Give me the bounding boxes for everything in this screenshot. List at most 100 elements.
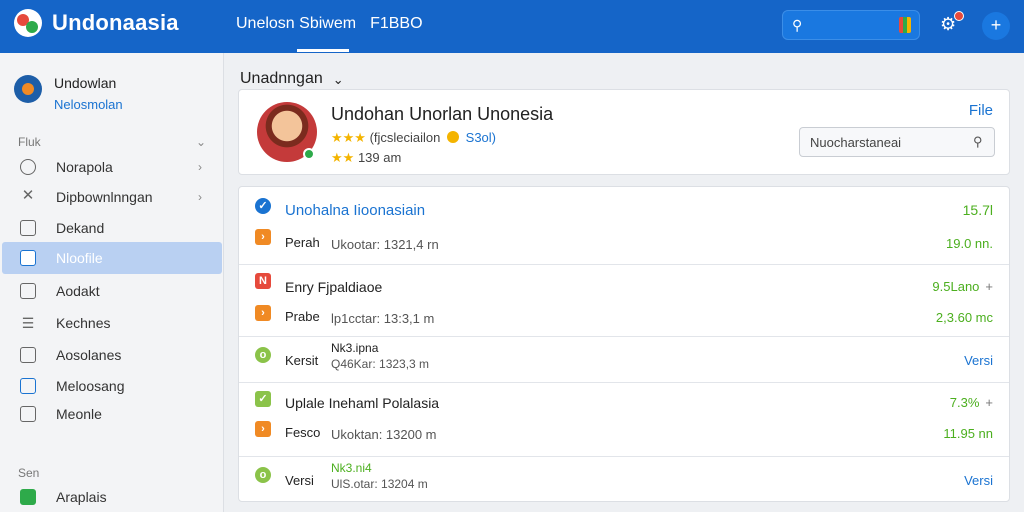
coin-icon	[447, 131, 460, 143]
sidebar-item-label: Aosolanes	[56, 347, 122, 363]
list-item-title: Enry Fjpaldiaoe	[285, 279, 383, 295]
avatar	[14, 75, 42, 103]
profile-rating-link[interactable]: S3ol)	[466, 130, 496, 145]
sidebar-item-3[interactable]: Dekand	[2, 212, 222, 244]
app-title: Undonaasia	[52, 10, 179, 35]
document-icon	[20, 347, 36, 363]
list-item-label: Perah	[285, 235, 320, 250]
star-rating-icon: ★★★	[331, 130, 366, 145]
sidebar-item-label: Meloosang	[56, 378, 125, 394]
profile-rating-line: ★★★ (fjcsleciailon S3ol)	[331, 130, 496, 146]
list-item[interactable]: ✓ Unohalna Iioonasiain 15.7l	[239, 198, 1009, 224]
list-item-meta: Q46Kar: 1323,3 m	[331, 357, 430, 371]
profile-rating-count: 139 am	[357, 150, 402, 165]
list-item-value: 9.5Lano +	[932, 279, 993, 294]
pin-icon	[20, 159, 36, 175]
list-item[interactable]: › Fesco Ukoktan: 13200 m 11.95 nn	[239, 421, 1009, 447]
sidebar-section-label: Sen	[18, 466, 40, 480]
list-group: N Enry Fjpaldiaoe 9.5Lano + › Prabe lp1cc…	[239, 265, 1009, 337]
version-link[interactable]: Versi	[964, 353, 993, 368]
list-item-meta: Ukoktan: 13200 m	[331, 427, 437, 442]
top-bar: Undonaasia Unelosn Sbiwem F1BBO ⚲ ⚙ +	[0, 0, 1024, 53]
list-item-meta: lp1cctar: 13:3,1 m	[331, 311, 435, 326]
top-nav-item-2[interactable]: F1BBO	[370, 15, 422, 33]
sidebar-item-4[interactable]: Nloofile	[2, 242, 222, 274]
list-item-value: 19.0 nn.	[946, 236, 993, 251]
chevron-down-icon[interactable]: ⌄	[196, 135, 206, 149]
list-item-label: Versi	[285, 473, 314, 488]
list-group: o Versi Nk3.ni4 UlS.otar: 13204 m Versi	[239, 457, 1009, 501]
sidebar-item-app[interactable]: Araplais	[2, 481, 222, 512]
sidebar-item-6[interactable]: ☰ Kechnes	[2, 307, 222, 339]
tag-icon: ›	[255, 229, 271, 245]
list-item-title: Unohalna Iioonasiain	[285, 202, 426, 219]
version-link[interactable]: Versi	[964, 473, 993, 488]
list-item-title: Uplale Inehaml Polalasia	[285, 395, 440, 411]
list-item[interactable]: ✓ Uplale Inehaml Polalasia 7.3% +	[239, 391, 1009, 417]
sidebar-section-label: Fluk	[18, 135, 41, 149]
profile-name: Undowlan	[54, 75, 117, 91]
top-nav-item-1[interactable]: Unelosn Sbiwem	[236, 15, 356, 33]
online-status-icon	[303, 148, 315, 160]
tools-icon: ✕	[21, 187, 35, 204]
sidebar-item-label: Aodakt	[56, 283, 100, 299]
list-icon: ☰	[21, 315, 35, 331]
list-item-label: Fesco	[285, 425, 321, 440]
avatar[interactable]	[257, 102, 317, 162]
add-button[interactable]: +	[982, 12, 1010, 40]
profile-rating-text: (fjcsleciailon	[369, 130, 441, 145]
arrow-icon[interactable]: +	[985, 279, 993, 294]
sidebar-item-2[interactable]: ✕ Dipbownlnngan ›	[2, 181, 222, 213]
list-item[interactable]: › Perah Ukootar: 1321,4 rn 19.0 nn.	[239, 229, 1009, 255]
chevron-down-icon: ⌄	[332, 72, 344, 87]
list-item-label: Prabe	[285, 309, 320, 324]
list-item-label: Kersit	[285, 353, 319, 368]
chevron-right-icon: ›	[198, 190, 202, 204]
list-item[interactable]: o Versi Nk3.ni4 UlS.otar: 13204 m Versi	[239, 461, 1009, 493]
list-item[interactable]: N Enry Fjpaldiaoe 9.5Lano +	[239, 273, 1009, 299]
sidebar-item-1[interactable]: Norapola ›	[2, 151, 222, 183]
profile-rating-line: ★★ 139 am	[331, 150, 401, 166]
profile-search-input[interactable]	[799, 127, 995, 157]
profile-card: Undohan Unorlan Unonesia ★★★ (fjcsleciai…	[238, 89, 1010, 175]
arrow-icon[interactable]: +	[985, 395, 993, 410]
list-item-meta: UlS.otar: 13204 m	[331, 477, 428, 491]
sidebar-item-7[interactable]: Aosolanes	[2, 339, 222, 371]
sidebar-item-9[interactable]: Meonle	[2, 398, 222, 430]
file-icon	[20, 250, 36, 266]
sidebar-profile[interactable]: Undowlan Nelosmolan	[14, 75, 123, 112]
search-box[interactable]: ⚲	[782, 10, 920, 40]
list-item[interactable]: o Kersit Nk3.ipna Q46Kar: 1323,3 m Versi	[239, 341, 1009, 373]
calendar-icon	[20, 220, 36, 236]
list-item-value: 11.95 nn	[943, 426, 993, 441]
checkbox-icon: ✓	[255, 391, 271, 407]
sidebar-item-label: Norapola	[56, 159, 113, 175]
star-rating-icon: ★★	[331, 150, 355, 165]
top-nav: Unelosn Sbiwem F1BBO	[236, 15, 423, 33]
list-item-value: 7.3% +	[949, 395, 993, 410]
file-link[interactable]: File	[969, 102, 993, 119]
sidebar-item-5[interactable]: Aodakt	[2, 275, 222, 307]
app-logo-icon	[14, 9, 42, 37]
circle-check-icon: o	[255, 467, 271, 483]
tag-icon: ›	[255, 421, 271, 437]
sidebar-item-label: Dekand	[56, 220, 105, 236]
grid-icon	[20, 406, 36, 422]
list-group: ✓ Unohalna Iioonasiain 15.7l › Perah Uko…	[239, 187, 1009, 265]
sidebar-item-label: Dipbownlnngan	[56, 189, 153, 205]
tag-icon: ›	[255, 305, 271, 321]
notifications-button[interactable]: ⚙	[940, 11, 964, 38]
top-nav-active-indicator	[297, 49, 349, 52]
sidebar-item-label: Araplais	[56, 489, 107, 505]
page-title[interactable]: Unadnngan ⌄	[240, 70, 344, 90]
brand[interactable]: Undonaasia	[14, 9, 179, 37]
circle-check-icon: o	[255, 347, 271, 363]
list-card: ✓ Unohalna Iioonasiain 15.7l › Perah Uko…	[238, 186, 1010, 502]
list-item[interactable]: › Prabe lp1cctar: 13:3,1 m 2,3.60 mc	[239, 305, 1009, 331]
chevron-right-icon: ›	[198, 160, 202, 174]
edit-icon	[20, 283, 36, 299]
profile-subtitle[interactable]: Nelosmolan	[54, 97, 123, 112]
list-item-meta-top: Nk3.ipna	[331, 341, 379, 355]
search-icon[interactable]: ⚲	[973, 134, 983, 150]
list-item-meta-top: Nk3.ni4	[331, 461, 372, 475]
